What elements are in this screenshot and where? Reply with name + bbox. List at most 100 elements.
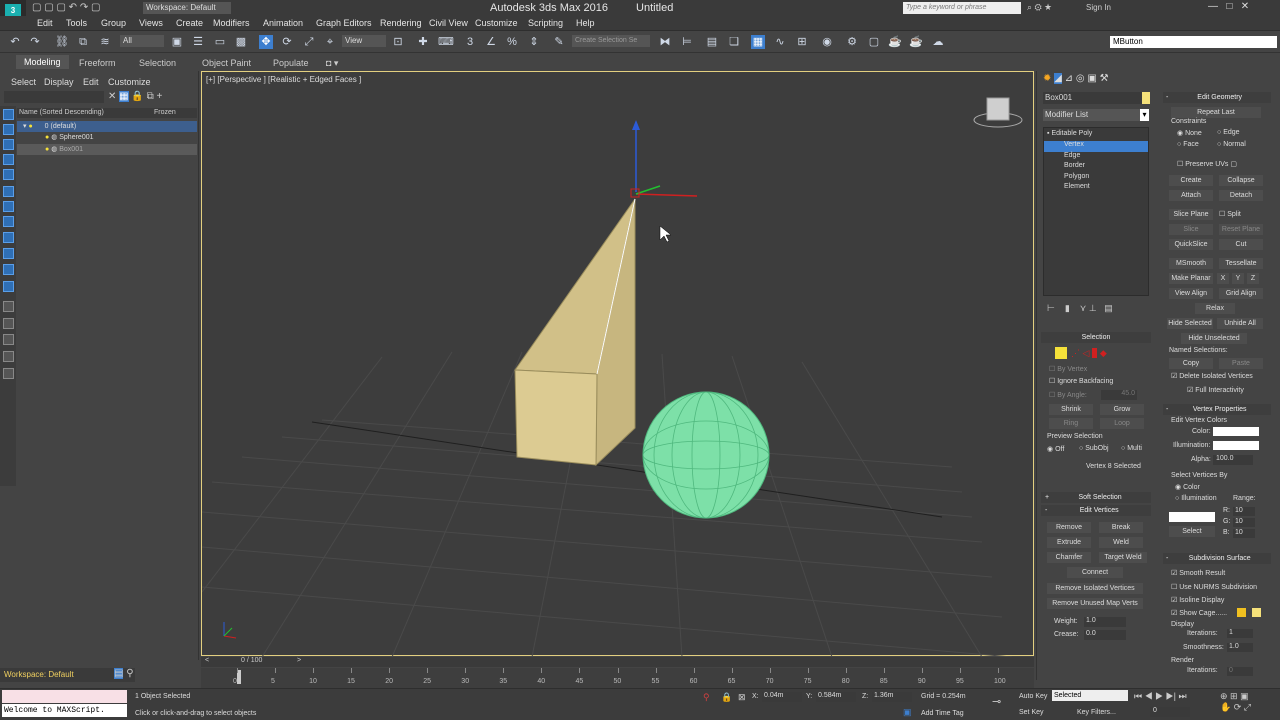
expand-icon[interactable]: ▾: [23, 123, 27, 130]
gizmo-z-arrow[interactable]: [632, 120, 640, 130]
ignore-backfacing-checkbox[interactable]: ☐ Ignore Backfacing: [1049, 377, 1113, 385]
full-interactivity-checkbox[interactable]: ☑ Full Interactivity: [1187, 386, 1244, 394]
pivot-center-icon[interactable]: ⊡: [391, 35, 405, 49]
constraint-normal-radio[interactable]: ○ Normal: [1217, 141, 1246, 148]
grow-button[interactable]: Grow: [1100, 404, 1144, 415]
time-slider-left-arrow[interactable]: <: [205, 657, 209, 664]
stack-tools[interactable]: ⊢ ▮ ⋎ ⊥ ▤: [1047, 303, 1113, 314]
render-icon[interactable]: ◍: [51, 146, 57, 153]
lightbulb-icon[interactable]: ●: [28, 123, 32, 130]
smooth-result-checkbox[interactable]: ☑ Smooth Result: [1171, 569, 1225, 577]
preview-off-radio[interactable]: ◉ Off: [1047, 445, 1064, 453]
by-angle-spinner[interactable]: 45.0: [1101, 390, 1137, 400]
explorer-tab-edit[interactable]: Edit: [83, 77, 99, 87]
menu-help[interactable]: Help: [576, 18, 595, 28]
align-icon[interactable]: ⊨: [680, 35, 694, 49]
range-b-spinner[interactable]: 10: [1233, 529, 1255, 538]
menu-tools[interactable]: Tools: [66, 18, 87, 28]
motion-tab-icon[interactable]: ◎: [1076, 73, 1085, 84]
stack-editable-poly[interactable]: ▪ Editable Poly: [1047, 130, 1092, 137]
tessellate-button[interactable]: Tessellate: [1219, 258, 1263, 269]
workspace-icons[interactable]: ▤ ⚲: [114, 668, 134, 679]
split-checkbox[interactable]: ☐ Split: [1219, 210, 1241, 218]
grid-align-button[interactable]: Grid Align: [1219, 288, 1263, 299]
stack-element[interactable]: Element: [1064, 183, 1090, 190]
reset-plane-button[interactable]: Reset Plane: [1219, 224, 1263, 235]
cage-color-swatch[interactable]: [1237, 608, 1246, 617]
utilities-tab-icon[interactable]: ⚒: [1100, 73, 1109, 84]
set-key-button[interactable]: Set Key: [1019, 709, 1044, 716]
key-filter-dropdown[interactable]: Selected: [1052, 690, 1128, 701]
coord-x-field[interactable]: 0.04m: [762, 692, 802, 702]
filter-shapes-icon[interactable]: [3, 124, 14, 135]
cut-button[interactable]: Cut: [1219, 239, 1263, 250]
spinner-snap-icon[interactable]: ⇕: [527, 35, 541, 49]
menu-group[interactable]: Group: [101, 18, 126, 28]
tab-selection[interactable]: Selection: [139, 58, 176, 68]
detach-button[interactable]: Detach: [1219, 190, 1263, 201]
time-tag-icon[interactable]: ▣: [903, 707, 912, 718]
use-nurms-checkbox[interactable]: ☐ Use NURMS Subdivision: [1171, 583, 1257, 591]
undo-icon[interactable]: ↶: [8, 35, 22, 49]
filter-xrefs-icon[interactable]: [3, 216, 14, 227]
loop-button[interactable]: Loop: [1100, 418, 1144, 429]
workspace-dropdown[interactable]: Workspace: Default: [143, 2, 231, 14]
delete-isolated-checkbox[interactable]: ☑ Delete Isolated Vertices: [1171, 372, 1253, 380]
relax-button[interactable]: Relax: [1195, 303, 1235, 314]
coord-y-field[interactable]: 0.584m: [816, 692, 856, 702]
schematic-view-icon[interactable]: ⊞: [795, 35, 809, 49]
curve-editor-icon[interactable]: ∿: [773, 35, 787, 49]
filter-geometry-icon[interactable]: [3, 109, 14, 120]
move-icon[interactable]: ✥: [259, 35, 273, 49]
constraint-none-radio[interactable]: ◉ None: [1177, 129, 1202, 137]
ribbon-options-icon[interactable]: ◘ ▾: [326, 58, 338, 69]
selection-filter-dropdown[interactable]: All: [120, 35, 164, 47]
select-by-illumination-radio[interactable]: ○ Illumination: [1175, 495, 1217, 502]
add-time-tag-label[interactable]: Add Time Tag: [921, 710, 964, 717]
menu-rendering[interactable]: Rendering: [380, 18, 422, 28]
percent-snap-icon[interactable]: %: [505, 35, 519, 49]
time-slider[interactable]: < 0 / 100 >: [201, 657, 1034, 667]
slice-plane-button[interactable]: Slice Plane: [1169, 209, 1213, 220]
target-weld-button[interactable]: Target Weld: [1099, 552, 1147, 563]
sign-in-button[interactable]: Sign In: [1086, 3, 1111, 12]
keyboard-shortcut-icon[interactable]: ⌨: [438, 35, 454, 49]
menu-views[interactable]: Views: [139, 18, 163, 28]
tab-populate[interactable]: Populate: [273, 58, 309, 68]
modifier-list-dropdown[interactable]: Modifier List ▾: [1043, 109, 1149, 121]
angle-snap-icon[interactable]: ∠: [484, 35, 498, 49]
filter-invert-icon[interactable]: [3, 334, 14, 345]
object-color-swatch[interactable]: [1142, 92, 1150, 104]
select-manipulate-icon[interactable]: ✚: [416, 35, 430, 49]
stack-vertex[interactable]: Vertex: [1044, 141, 1148, 152]
tab-object-paint[interactable]: Object Paint: [202, 58, 251, 68]
trackbar[interactable]: 0 5 10 15 20 25 30 35 40 45 50 55 60 65 70 75 80 85 90 95 10…: [201, 668, 1034, 690]
msmooth-button[interactable]: MSmooth: [1169, 258, 1213, 269]
create-button[interactable]: Create: [1169, 175, 1213, 186]
ring-button[interactable]: Ring: [1049, 418, 1093, 429]
maxscript-listener-pink[interactable]: [2, 690, 127, 703]
lightbulb-icon[interactable]: ●: [45, 134, 49, 141]
key-filters-button[interactable]: Key Filters...: [1077, 709, 1116, 716]
filter-all-icon[interactable]: [3, 301, 14, 312]
by-vertex-checkbox[interactable]: ☐ By Vertex: [1049, 365, 1087, 373]
render-production-icon[interactable]: ☕: [888, 35, 902, 49]
planar-z-button[interactable]: Z: [1247, 273, 1259, 284]
constraint-edge-radio[interactable]: ○ Edge: [1217, 129, 1240, 136]
break-button[interactable]: Break: [1099, 522, 1143, 533]
modify-tab-icon[interactable]: ◢: [1054, 73, 1062, 84]
tab-modeling[interactable]: Modeling: [16, 55, 69, 69]
attach-button[interactable]: Attach: [1169, 190, 1213, 201]
lock-selection-icon[interactable]: 🔒: [721, 692, 732, 703]
filter-icon[interactable]: ⚲: [126, 668, 133, 679]
filter-spacewarps-icon[interactable]: [3, 186, 14, 197]
select-object-icon[interactable]: ▣: [170, 35, 184, 49]
tab-freeform[interactable]: Freeform: [79, 58, 116, 68]
repeat-last-button[interactable]: Repeat Last: [1171, 107, 1261, 118]
viewport-nav-controls[interactable]: ⊕ ⊞ ▣ ✋ ⟳ ⤢: [1220, 691, 1251, 713]
quick-access-toolbar[interactable]: ▢ ▢ ▢ ↶ ↷ ▢: [32, 2, 100, 13]
isolate-selection-icon[interactable]: ⚲: [703, 692, 710, 703]
menu-scripting[interactable]: Scripting: [528, 18, 563, 28]
rectangular-selection-icon[interactable]: ▭: [213, 35, 227, 49]
scale-icon[interactable]: ⤢: [302, 35, 316, 49]
